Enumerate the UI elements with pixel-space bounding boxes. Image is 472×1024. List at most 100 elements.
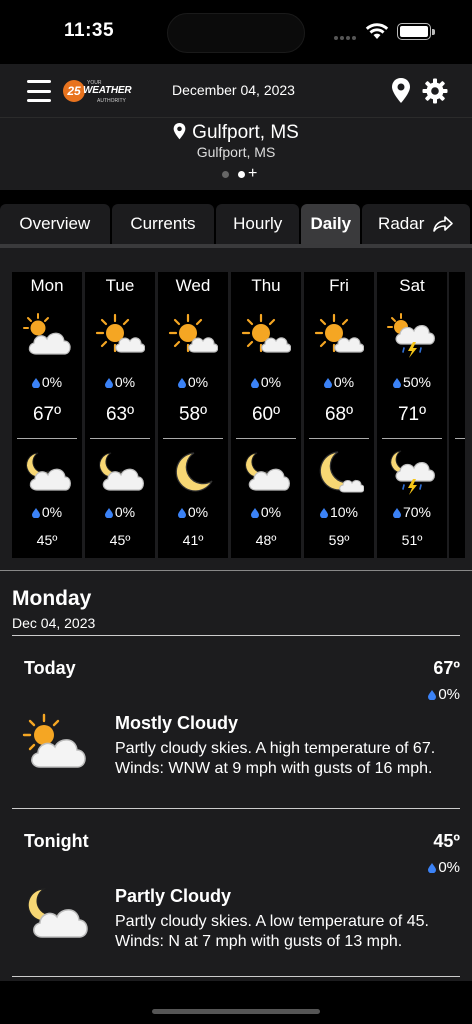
low-temp: 59º [328, 532, 350, 548]
logo-text: WEATHER [83, 85, 132, 96]
tab-label: Overview [19, 214, 91, 233]
raindrop-icon [428, 863, 436, 873]
day-night-divider [309, 438, 369, 439]
night-precip-value: 0% [41, 504, 63, 520]
details-divider [12, 635, 460, 636]
day-night-divider [90, 438, 150, 439]
day-name: Sat [399, 276, 425, 295]
day-column[interactable]: Sat 50% 71º 70% 51º [377, 272, 447, 558]
thunderstorm-night-icon [390, 450, 435, 495]
tab-bar: Overview Currents Hourly Daily Radar [0, 204, 472, 244]
location-page-indicator[interactable]: + [222, 166, 257, 182]
high-temp: 60º [251, 404, 281, 425]
tab-label: Daily [310, 214, 352, 233]
day-precip: 0% [231, 374, 301, 390]
raindrop-icon [251, 378, 259, 388]
period-divider [12, 808, 460, 809]
night-precip: 0% [158, 504, 228, 520]
raindrop-icon [324, 378, 332, 388]
night-precip: 70% [377, 504, 447, 520]
high-temp: 67º [32, 404, 62, 425]
low-temp: 41º [182, 532, 204, 548]
location-header: Gulfport, MS Gulfport, MS + [0, 118, 472, 190]
high-temp: 63º [105, 404, 135, 425]
raindrop-icon [393, 508, 401, 518]
period-precip-today: 0% [428, 686, 460, 703]
tab-daily[interactable]: Daily [301, 204, 361, 244]
raindrop-icon [428, 690, 436, 700]
day-name: Mon [30, 276, 64, 295]
raindrop-icon [178, 508, 186, 518]
raindrop-icon [32, 378, 40, 388]
day-name: Wed [175, 276, 211, 295]
page-dot[interactable] [222, 170, 229, 178]
day-precip-value: 0% [114, 374, 136, 390]
day-column[interactable]: Mon 0% 67º 0% 45º [12, 272, 82, 558]
day-precip: 50% [377, 374, 447, 390]
details-date: Dec 04, 2023 [12, 615, 96, 631]
low-temp: 45º [109, 532, 131, 548]
day-name: Tue [105, 276, 135, 295]
tab-label: Radar [378, 214, 425, 233]
cellular-signal-icon [334, 36, 360, 42]
day-precip-value: 0% [260, 374, 282, 390]
tab-label: Currents [130, 214, 196, 233]
period-title-today: Today [24, 658, 76, 678]
tab-currents[interactable]: Currents [111, 204, 215, 244]
day-precip: 0% [12, 374, 82, 390]
tab-overview[interactable]: Overview [0, 204, 110, 244]
partly-sunny-icon [314, 313, 364, 353]
night-precip-value: 0% [260, 504, 282, 520]
share-arrow-icon [433, 216, 454, 232]
low-temp: 48º [255, 532, 277, 548]
page-dot-active[interactable] [238, 170, 245, 178]
partly-sunny-icon [95, 313, 145, 353]
partly-cloudy-day-icon [22, 713, 86, 768]
location-name-row[interactable]: Gulfport, MS [0, 122, 472, 144]
settings-gear-icon[interactable] [422, 78, 448, 104]
wifi-icon [365, 23, 389, 39]
day-column[interactable]: Wed 0% 58º 0% 41º [158, 272, 228, 558]
night-precip-value: 70% [402, 504, 432, 520]
tab-hourly[interactable]: Hourly [216, 204, 300, 244]
location-pin-icon[interactable] [391, 78, 411, 104]
condition-tonight: Partly Cloudy [115, 886, 232, 906]
day-night-divider [382, 438, 442, 439]
raindrop-icon [32, 508, 40, 518]
day-column[interactable]: Tue 0% 63º 0% 45º [85, 272, 155, 558]
battery-icon [397, 23, 435, 40]
day-precip: 0% [158, 374, 228, 390]
raindrop-icon [251, 508, 259, 518]
night-precip-value: 10% [329, 504, 359, 520]
condition-today: Mostly Cloudy [115, 713, 239, 733]
high-temp: 71º [397, 404, 427, 425]
description-tonight: Partly cloudy skies. A low temperature o… [115, 913, 429, 950]
home-indicator[interactable] [152, 1009, 320, 1014]
tab-radar[interactable]: Radar [362, 204, 471, 244]
next-day-column-partial[interactable] [449, 272, 465, 558]
day-column[interactable]: Fri 0% 68º 10% 59º [304, 272, 374, 558]
day-column[interactable]: Thu 0% 60º 0% 48º [231, 272, 301, 558]
description-today: Partly cloudy skies. A high temperature … [115, 740, 436, 777]
low-temp: 45º [36, 532, 58, 548]
partly-sunny-icon [241, 313, 291, 353]
night-precip: 0% [12, 504, 82, 520]
night-precip-value: 0% [187, 504, 209, 520]
raindrop-icon [105, 378, 113, 388]
period-precip-value: 0% [438, 859, 460, 876]
menu-icon[interactable] [27, 80, 51, 102]
dynamic-island [167, 13, 305, 53]
thunderstorm-day-icon [387, 313, 435, 358]
location-subtitle: Gulfport, MS [196, 144, 276, 160]
night-precip: 0% [231, 504, 301, 520]
day-precip: 0% [85, 374, 155, 390]
day-night-divider [163, 438, 223, 439]
station-logo: 25 YOUR WEATHER AUTHORITY [63, 80, 139, 104]
day-name: Fri [329, 276, 349, 295]
add-location-icon[interactable]: + [248, 166, 257, 182]
tab-label: Hourly [233, 214, 283, 233]
period-title-tonight: Tonight [24, 831, 89, 851]
period-precip-value: 0% [438, 686, 460, 703]
partly-cloudy-night-icon [26, 452, 71, 491]
partly-cloudy-night-icon [99, 452, 144, 491]
